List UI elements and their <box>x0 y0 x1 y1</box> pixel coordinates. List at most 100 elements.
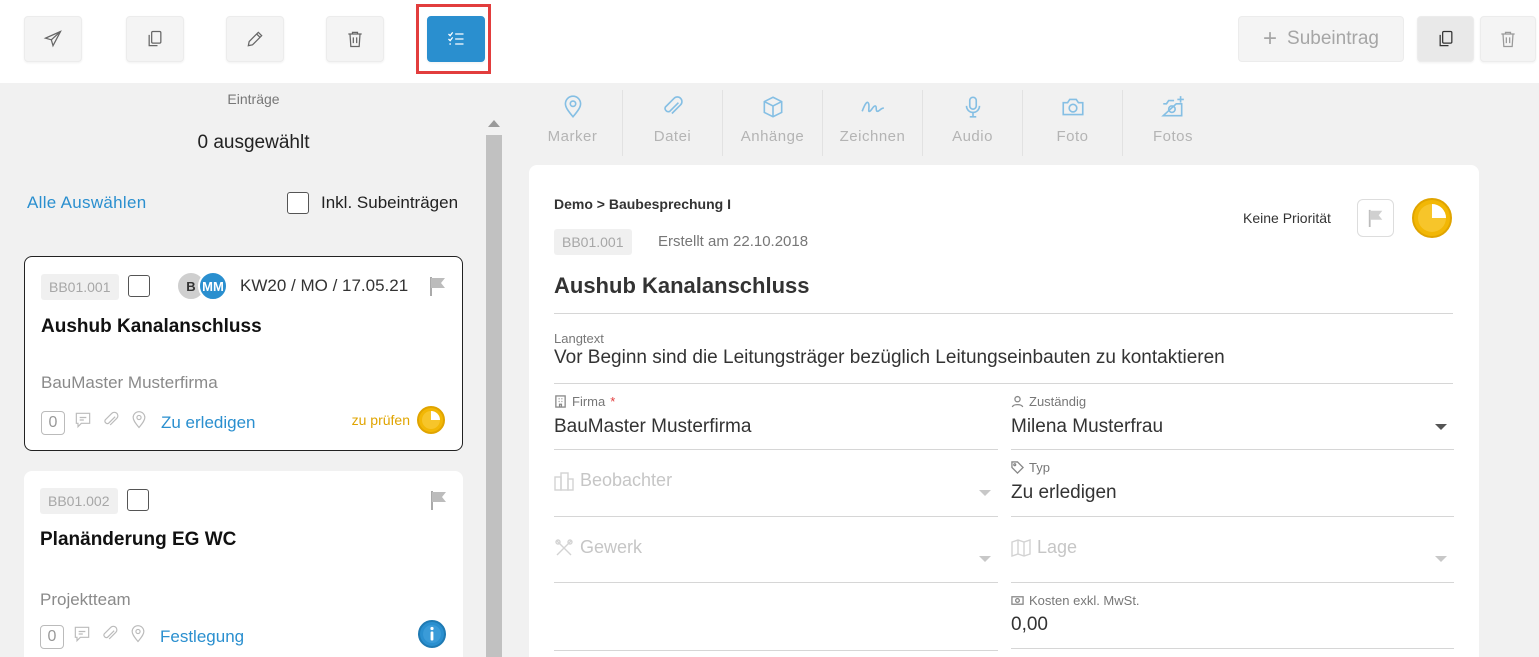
kosten-field[interactable]: 0,00 <box>1011 614 1048 636</box>
entry-type: Festlegung <box>160 626 245 646</box>
entry-status: zu prüfen <box>352 405 446 435</box>
paper-plane-icon <box>43 30 62 48</box>
entry-date: KW20 / MO / 17.05.21 <box>240 276 409 295</box>
signature-icon <box>860 101 884 113</box>
gewerk-placeholder: Gewerk <box>580 537 643 557</box>
divider <box>1011 648 1454 649</box>
flag-icon <box>1368 209 1382 227</box>
photo-button[interactable]: Foto <box>1023 90 1123 156</box>
audio-button[interactable]: Audio <box>923 90 1023 156</box>
entry-title: Planänderung EG WC <box>40 529 237 550</box>
photos-button[interactable]: Fotos <box>1123 90 1223 156</box>
paperclip-icon <box>100 624 120 649</box>
divider <box>554 582 998 583</box>
edit-button[interactable] <box>226 16 284 62</box>
trash-icon <box>1501 31 1515 48</box>
entry-card[interactable]: BB01.001 B MM KW20 / MO / 17.05.21 Aushu… <box>24 256 463 451</box>
send-button[interactable] <box>24 16 82 62</box>
marker-label: Marker <box>547 128 598 145</box>
entry-title[interactable]: Aushub Kanalanschluss <box>554 273 810 299</box>
map-icon <box>1011 538 1031 557</box>
zustaendig-label: Zuständig <box>1029 394 1087 409</box>
audio-label: Audio <box>952 128 993 145</box>
paperclip-icon <box>663 96 683 115</box>
entry-footer: 0 Festlegung <box>40 624 244 649</box>
include-subentries-label: Inkl. Subeinträgen <box>321 193 459 212</box>
entry-card[interactable]: BB01.002 Planänderung EG WC Projektteam … <box>24 471 463 657</box>
chevron-down-icon[interactable] <box>1435 556 1447 562</box>
typ-select[interactable]: Zu erledigen <box>1011 482 1117 504</box>
select-all-link[interactable]: Alle Auswählen <box>27 193 147 213</box>
entry-status <box>417 619 447 649</box>
copy-icon <box>1439 30 1452 47</box>
comment-icon <box>73 410 93 435</box>
langtext-field[interactable]: Vor Beginn sind die Leitungsträger bezüg… <box>554 347 1225 369</box>
kosten-label: Kosten exkl. MwSt. <box>1029 593 1140 608</box>
highlight-frame <box>416 4 491 74</box>
comment-count: 0 <box>40 624 64 649</box>
chevron-down-icon[interactable] <box>979 490 991 496</box>
top-toolbar: + Subeintrag <box>0 0 1539 83</box>
delete-button[interactable] <box>326 16 384 62</box>
clock-pie-icon <box>417 406 445 434</box>
flag-icon[interactable] <box>428 275 448 302</box>
created-date: Erstellt am 22.10.2018 <box>658 233 809 250</box>
beobachter-select[interactable]: Beobachter <box>554 470 672 491</box>
status-text: zu prüfen <box>351 412 410 428</box>
priority-button[interactable] <box>1357 199 1394 237</box>
marker-button[interactable]: Marker <box>523 90 623 156</box>
info-icon <box>418 620 446 648</box>
camera-plus-icon <box>1161 96 1184 117</box>
entry-checkbox[interactable] <box>127 489 149 511</box>
scroll-up-arrow[interactable] <box>488 120 500 127</box>
breadcrumb[interactable]: Demo > Baubesprechung I <box>554 196 731 212</box>
map-pin-icon <box>129 410 149 435</box>
user-icon <box>1011 395 1024 408</box>
divider <box>1011 449 1454 450</box>
chevron-down-icon[interactable] <box>1435 424 1447 430</box>
assignee-avatars: B MM <box>176 271 232 301</box>
firma-field[interactable]: BauMaster Musterfirma <box>554 416 751 438</box>
delete-entry-button[interactable] <box>1480 16 1536 62</box>
camera-icon <box>1061 98 1084 116</box>
lage-select[interactable]: Lage <box>1011 537 1077 558</box>
map-pin-icon <box>564 95 581 119</box>
buildings-icon <box>554 471 574 491</box>
include-subentries-checkbox[interactable] <box>287 192 309 214</box>
priority-label: Keine Priorität <box>1243 210 1331 226</box>
copy-icon <box>148 30 162 47</box>
zustaendig-label-group: Zuständig <box>1011 394 1086 409</box>
firma-label-group: Firma * <box>554 394 615 409</box>
entry-code: BB01.001 <box>554 229 632 255</box>
clock-pie-icon <box>1412 198 1452 238</box>
avatar: MM <box>198 271 228 301</box>
pencil-icon <box>247 31 263 47</box>
entry-code: BB01.002 <box>40 488 118 514</box>
entry-detail: Demo > Baubesprechung I BB01.001 Erstell… <box>529 165 1479 657</box>
status-button[interactable] <box>1411 197 1453 244</box>
draw-label: Zeichnen <box>839 128 906 145</box>
selected-count: 0 ausgewählt <box>197 132 310 153</box>
zustaendig-select[interactable]: Milena Musterfrau <box>1011 416 1163 438</box>
draw-button[interactable]: Zeichnen <box>823 90 923 156</box>
copy-button[interactable] <box>126 16 184 62</box>
gewerk-select[interactable]: Gewerk <box>554 537 642 558</box>
flag-icon[interactable] <box>429 489 449 516</box>
chevron-down-icon[interactable] <box>979 556 991 562</box>
divider <box>554 449 998 450</box>
add-subentry-button[interactable]: + Subeintrag <box>1238 16 1404 62</box>
divider <box>1011 582 1454 583</box>
comment-icon <box>72 624 92 649</box>
firma-label: Firma <box>572 394 606 409</box>
cube-icon <box>763 96 782 118</box>
attachments-button[interactable]: Anhänge <box>723 90 823 156</box>
copy-entry-button[interactable] <box>1417 16 1474 62</box>
entries-panel: Einträge 0 ausgewählt Alle Auswählen Ink… <box>0 83 503 657</box>
include-subentries-toggle[interactable]: Inkl. Subeinträgen <box>287 192 458 214</box>
entry-checkbox[interactable] <box>128 275 150 297</box>
scrollbar[interactable] <box>486 135 502 657</box>
file-button[interactable]: Datei <box>623 90 723 156</box>
photos-label: Fotos <box>1152 128 1193 145</box>
typ-label-group: Typ <box>1011 460 1050 475</box>
kosten-label-group: Kosten exkl. MwSt. <box>1011 593 1140 608</box>
